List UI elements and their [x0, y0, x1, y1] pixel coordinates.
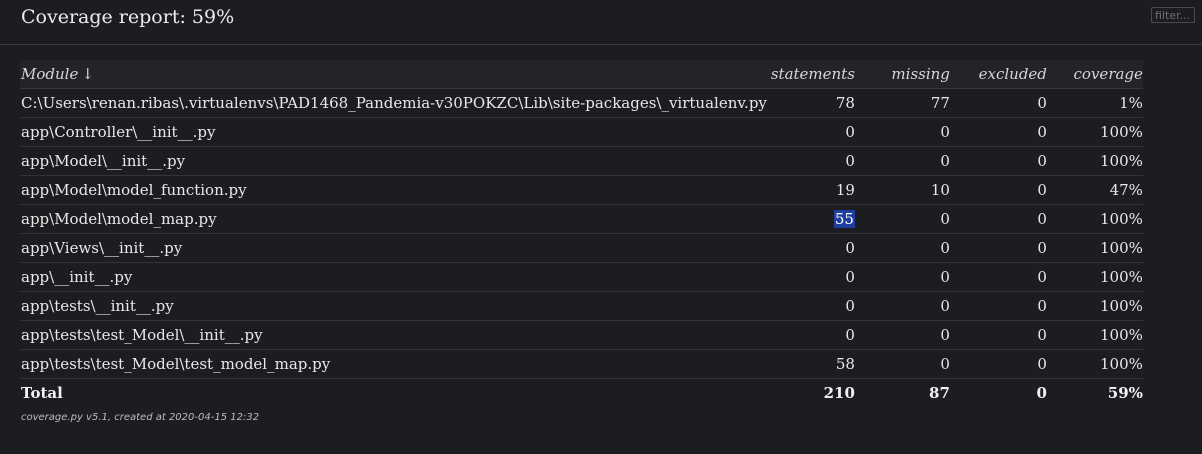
module-name-link[interactable]: app\__init__.py	[20, 262, 767, 292]
column-header-statements[interactable]: statements	[766, 60, 855, 89]
table-row: app\tests\test_Model\__init__.py 0 0 0 1…	[20, 320, 1143, 350]
coverage-cell: 100%	[1046, 320, 1143, 350]
module-name-link[interactable]: app\Model\model_function.py	[20, 175, 767, 205]
statements-cell: 0	[766, 291, 855, 321]
total-missing: 87	[929, 384, 950, 402]
table-row: app\Model\__init__.py 0 0 0 100%	[20, 146, 1143, 176]
coverage-cell: 100%	[1046, 233, 1143, 263]
excluded-cell: 0	[949, 204, 1047, 234]
missing-cell: 0	[854, 291, 950, 321]
table-row: app\__init__.py 0 0 0 100%	[20, 262, 1143, 292]
missing-cell: 0	[854, 262, 950, 292]
module-name-link[interactable]: C:\Users\renan.ribas\.virtualenvs\PAD146…	[20, 88, 767, 118]
missing-cell: 0	[854, 204, 950, 234]
coverage-cell: 1%	[1046, 88, 1143, 118]
module-name-link[interactable]: app\tests\test_Model\test_model_map.py	[20, 349, 767, 379]
module-name-link[interactable]: app\Model\model_map.py	[20, 204, 767, 234]
statements-cell: 0	[766, 320, 855, 350]
report-header: Coverage report: 59%	[0, 0, 1202, 45]
excluded-cell: 0	[949, 349, 1047, 379]
module-name-link[interactable]: app\tests\__init__.py	[20, 291, 767, 321]
coverage-cell: 100%	[1046, 204, 1143, 234]
excluded-cell: 0	[949, 88, 1047, 118]
coverage-cell: 100%	[1046, 349, 1143, 379]
excluded-cell: 0	[949, 262, 1047, 292]
total-row: Total 210 87 0 59%	[20, 379, 1143, 408]
column-header-coverage[interactable]: coverage	[1046, 60, 1143, 89]
table-row: app\Views\__init__.py 0 0 0 100%	[20, 233, 1143, 263]
excluded-cell: 0	[949, 175, 1047, 205]
coverage-table: Module ↓ statements missing excluded cove…	[20, 60, 1143, 407]
column-header-module[interactable]: Module ↓	[20, 60, 767, 89]
excluded-cell: 0	[949, 291, 1047, 321]
page-title: Coverage report: 59%	[21, 6, 235, 28]
excluded-cell: 0	[949, 117, 1047, 147]
statements-cell: 58	[766, 349, 855, 379]
footer-info: coverage.py v5.1, created at 2020-04-15 …	[21, 412, 260, 423]
table-row: app\Model\model_map.py 55 0 0 100%	[20, 204, 1143, 234]
statements-cell: 0	[766, 146, 855, 176]
statements-cell: 0	[766, 262, 855, 292]
selected-text: 55	[833, 210, 855, 228]
total-statements: 210	[823, 384, 855, 402]
module-name-link[interactable]: app\tests\test_Model\__init__.py	[20, 320, 767, 350]
statements-cell: 55	[766, 204, 855, 234]
missing-cell: 0	[854, 320, 950, 350]
table-row: app\tests\test_Model\test_model_map.py 5…	[20, 349, 1143, 379]
coverage-cell: 100%	[1046, 291, 1143, 321]
module-name-link[interactable]: app\Controller\__init__.py	[20, 117, 767, 147]
excluded-cell: 0	[949, 146, 1047, 176]
missing-cell: 10	[854, 175, 950, 205]
sort-arrow-icon: ↓	[81, 65, 94, 83]
coverage-cell: 100%	[1046, 117, 1143, 147]
column-header-missing[interactable]: missing	[854, 60, 950, 89]
filter-input[interactable]	[1151, 7, 1195, 23]
missing-cell: 0	[854, 349, 950, 379]
missing-cell: 77	[854, 88, 950, 118]
total-coverage: 59%	[1107, 384, 1143, 402]
table-row: app\Model\model_function.py 19 10 0 47%	[20, 175, 1143, 205]
excluded-cell: 0	[949, 320, 1047, 350]
table-row: C:\Users\renan.ribas\.virtualenvs\PAD146…	[20, 88, 1143, 118]
statements-cell: 19	[766, 175, 855, 205]
table-header-row: Module ↓ statements missing excluded cove…	[20, 60, 1143, 89]
missing-cell: 0	[854, 233, 950, 263]
statements-cell: 0	[766, 117, 855, 147]
table-row: app\tests\__init__.py 0 0 0 100%	[20, 291, 1143, 321]
coverage-cell: 100%	[1046, 262, 1143, 292]
coverage-cell: 47%	[1046, 175, 1143, 205]
module-name-link[interactable]: app\Views\__init__.py	[20, 233, 767, 263]
coverage-cell: 100%	[1046, 146, 1143, 176]
module-name-link[interactable]: app\Model\__init__.py	[20, 146, 767, 176]
statements-cell: 0	[766, 233, 855, 263]
missing-cell: 0	[854, 146, 950, 176]
column-header-excluded[interactable]: excluded	[949, 60, 1047, 89]
excluded-cell: 0	[949, 233, 1047, 263]
total-excluded: 0	[1036, 384, 1047, 402]
missing-cell: 0	[854, 117, 950, 147]
total-label: Total	[21, 384, 63, 402]
table-row: app\Controller\__init__.py 0 0 0 100%	[20, 117, 1143, 147]
statements-cell: 78	[766, 88, 855, 118]
